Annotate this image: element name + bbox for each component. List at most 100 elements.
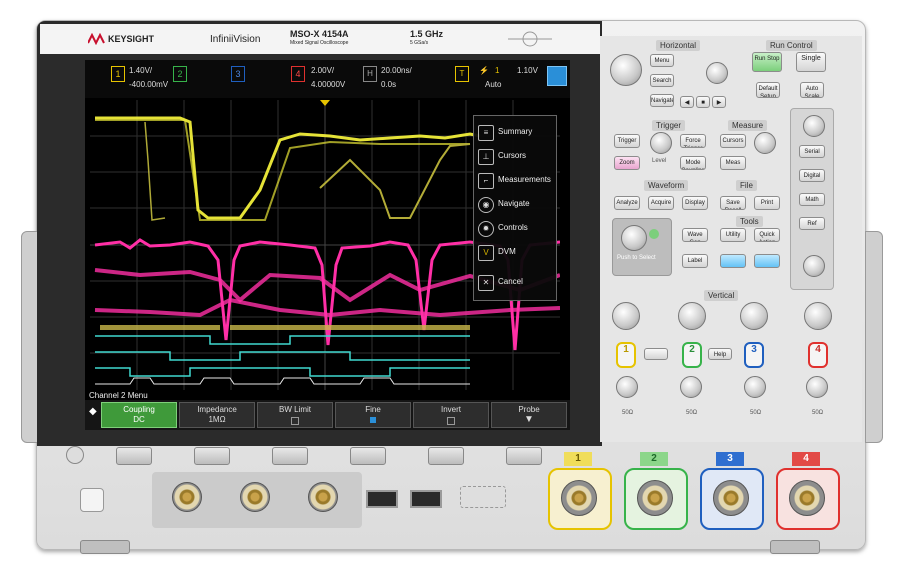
ext-trig-bnc-connector[interactable] (308, 482, 338, 512)
quick-menu-panel: ≡ Summary ⊥ Cursors ⌐ Measurements ◉ Navigat… (473, 115, 557, 301)
softkey-bw-limit-label: BW Limit (279, 405, 311, 414)
ch4-button[interactable]: 4 (808, 342, 828, 368)
bandwidth: 1.5 GHz (410, 29, 444, 39)
analyze-button[interactable]: Analyze (614, 196, 640, 210)
navigate-button[interactable]: Navigate (650, 94, 674, 107)
quick-action-blue-1-button[interactable] (720, 254, 746, 268)
wavegen-bnc-connector[interactable] (172, 482, 202, 512)
softkey-coupling[interactable]: Coupling DC (101, 402, 177, 428)
ch3-scale-knob[interactable] (740, 302, 768, 330)
run-stop-button[interactable]: Run Stop (752, 52, 782, 72)
time-delay: 0.0s (381, 80, 397, 89)
search-button[interactable]: Search (650, 74, 674, 87)
softkey-invert[interactable]: Invert (413, 402, 489, 428)
trigger-mode: Auto (485, 80, 502, 89)
menu-item-dvm[interactable]: V DVM (478, 242, 554, 264)
trigger-edge-icon: ⚡ (479, 66, 489, 75)
softkey-coupling-label: Coupling (123, 405, 155, 414)
horizontal-scale-knob[interactable] (610, 54, 642, 86)
ch4-input-tab: 4 (792, 452, 820, 466)
analysis-bottom-knob[interactable] (803, 255, 825, 277)
menu-item-navigate[interactable]: ◉ Navigate (478, 194, 554, 216)
wave-gen-button[interactable]: Wave Gen (682, 228, 708, 242)
ch2-button[interactable]: 2 (682, 342, 702, 368)
trigger-level-knob[interactable] (650, 132, 672, 154)
ch3-button[interactable]: 3 (744, 342, 764, 368)
navigate-stop-button[interactable]: ■ (696, 96, 710, 108)
ch1-bnc-connector[interactable] (561, 480, 597, 516)
utility-button[interactable]: Utility (720, 228, 746, 242)
entry-knob[interactable] (621, 225, 647, 251)
digital-probe-port[interactable] (460, 486, 506, 508)
ch3-bnc-connector[interactable] (713, 480, 749, 516)
navigate-back-button[interactable]: ◀ (680, 96, 694, 108)
measure-section-label: Measure (728, 120, 768, 131)
meas-button[interactable]: Meas (720, 156, 746, 170)
menu-item-summary[interactable]: ≡ Summary (478, 122, 554, 144)
brand-bar: KEYSIGHT InfiniiVision MSO-X 4154A Mixed… (40, 24, 600, 54)
menu-item-measurements[interactable]: ⌐ Measurements (478, 170, 554, 192)
softkey-probe[interactable]: Probe ▼ (491, 402, 567, 428)
ch1-scale-knob[interactable] (612, 302, 640, 330)
ch3-indicator[interactable]: 3 (231, 66, 245, 82)
power-button[interactable] (80, 488, 104, 512)
mode-coupling-button[interactable]: Mode Coupling (680, 156, 706, 170)
navigate-forward-button[interactable]: ▶ (712, 96, 726, 108)
ref-button[interactable]: Ref (799, 217, 825, 230)
print-button[interactable]: Print (754, 196, 780, 210)
usb-port-2[interactable] (410, 490, 442, 508)
ch4-scale: 2.00V/ (311, 66, 335, 75)
trigger-indicator-icon: T (455, 66, 469, 82)
menu-item-cursors[interactable]: ⊥ Cursors (478, 146, 554, 168)
ch1-button[interactable]: 1 (616, 342, 636, 368)
menu-toggle-icon[interactable] (547, 66, 567, 86)
serial-button[interactable]: Serial (799, 145, 825, 158)
trigger-button[interactable]: Trigger (614, 134, 640, 148)
back-arrow-icon[interactable]: ◆ (89, 406, 99, 422)
quick-action-button[interactable]: Quick Action (754, 228, 780, 242)
label-button[interactable]: Label (682, 254, 708, 268)
zoom-button[interactable]: Zoom (614, 156, 640, 170)
math-label-button[interactable] (644, 348, 668, 360)
menu-item-controls[interactable]: ✹ Controls (478, 218, 554, 240)
single-button[interactable]: Single (796, 52, 826, 72)
softkey-impedance[interactable]: Impedance 1MΩ (179, 402, 255, 428)
ch2-bnc-connector[interactable] (637, 480, 673, 516)
digital-button[interactable]: Digital (799, 169, 825, 182)
analysis-top-knob[interactable] (803, 115, 825, 137)
acquire-button[interactable]: Acquire (648, 196, 674, 210)
quick-action-blue-2-button[interactable] (754, 254, 780, 268)
softkey-fine[interactable]: Fine (335, 402, 411, 428)
ch4-position-knob[interactable] (806, 376, 828, 398)
ch4-indicator[interactable]: 4 (291, 66, 305, 82)
run-control-section-label: Run Control (766, 40, 817, 51)
menu-item-cancel[interactable]: ✕ Cancel (478, 272, 554, 294)
default-setup-button[interactable]: Default Setup (756, 82, 780, 98)
display-button[interactable]: Display (682, 196, 708, 210)
ch2-scale-knob[interactable] (678, 302, 706, 330)
usb-port-1[interactable] (366, 490, 398, 508)
math-button[interactable]: Math (799, 193, 825, 206)
summary-icon: ≡ (478, 125, 494, 141)
save-recall-button[interactable]: Save Recall (720, 196, 746, 210)
horizontal-position-knob[interactable] (706, 62, 728, 84)
probe-arrow-icon: ▼ (524, 414, 534, 425)
cursors-button[interactable]: Cursors (720, 134, 746, 148)
softkey-bw-limit[interactable]: BW Limit (257, 402, 333, 428)
cursors-knob[interactable] (754, 132, 776, 154)
ch1-indicator[interactable]: 1 (111, 66, 125, 82)
ch2-position-knob[interactable] (680, 376, 702, 398)
ch4-scale-knob[interactable] (804, 302, 832, 330)
help-button[interactable]: Help (708, 348, 732, 360)
ch1-position-knob[interactable] (616, 376, 638, 398)
waveform-section-label: Waveform (644, 180, 689, 191)
bw-limit-checkbox-icon (291, 417, 299, 425)
horizontal-menu-button[interactable]: Menu (650, 54, 674, 67)
ch4-bnc-connector[interactable] (789, 480, 825, 516)
softkey-menu-title: Channel 2 Menu (89, 391, 148, 400)
ch3-position-knob[interactable] (744, 376, 766, 398)
ch2-indicator[interactable]: 2 (173, 66, 187, 82)
auto-scale-button[interactable]: Auto Scale (800, 82, 824, 98)
force-trigger-button[interactable]: Force Trigger (680, 134, 706, 148)
aux-bnc-connector[interactable] (240, 482, 270, 512)
